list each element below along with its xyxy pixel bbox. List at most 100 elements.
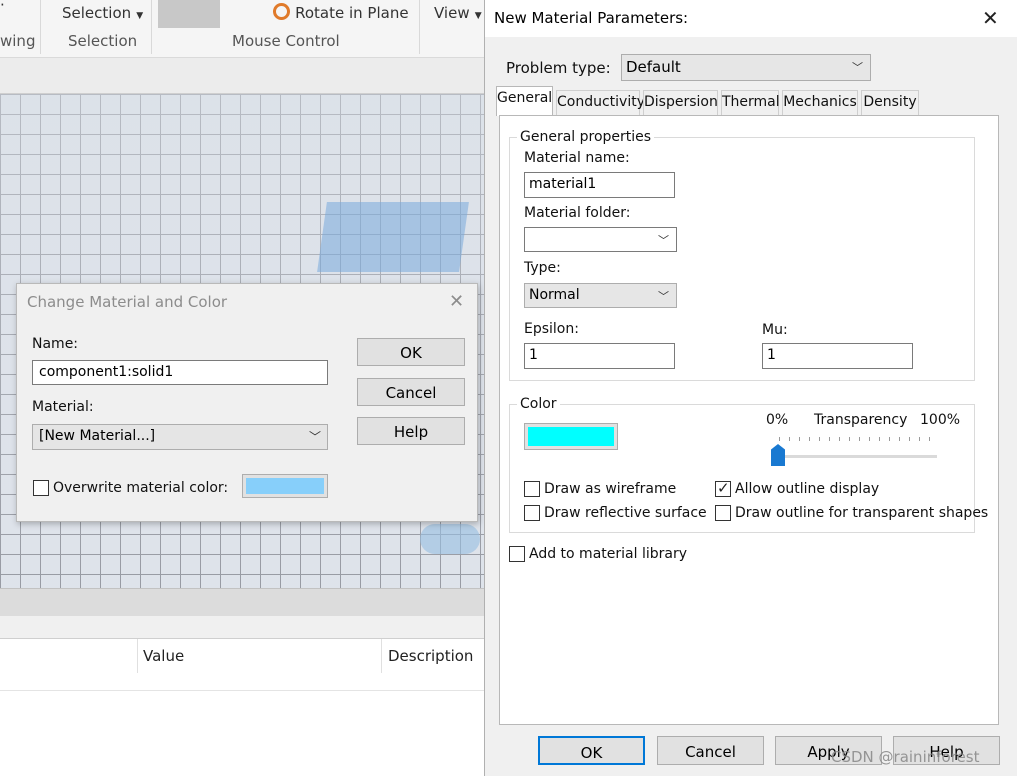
material-label: Material: bbox=[32, 399, 94, 415]
ribbon-separator bbox=[151, 0, 152, 54]
mu-label: Mu: bbox=[762, 322, 788, 338]
material-select-value: [New Material...] bbox=[39, 428, 156, 444]
overwrite-color-label: Overwrite material color: bbox=[53, 480, 229, 496]
transparency-max-label: 100% bbox=[920, 412, 961, 428]
allow-outline-checkbox[interactable] bbox=[715, 479, 731, 497]
close-icon[interactable]: ✕ bbox=[449, 291, 464, 312]
ok-button[interactable]: OK bbox=[357, 338, 465, 366]
selection-group-label: Selection bbox=[68, 32, 138, 50]
panel-splitter[interactable] bbox=[0, 588, 484, 616]
draw-wireframe-label: Draw as wireframe bbox=[544, 481, 677, 497]
transparency-label: Transparency bbox=[814, 412, 908, 428]
overwrite-color-checkbox[interactable] bbox=[33, 480, 49, 496]
draw-wireframe-checkbox[interactable] bbox=[524, 481, 540, 497]
epsilon-label: Epsilon: bbox=[524, 321, 579, 337]
chevron-down-icon: ▼ bbox=[136, 11, 144, 21]
name-field[interactable]: component1:solid1 bbox=[32, 360, 328, 385]
secondary-toolbar bbox=[0, 58, 484, 94]
problem-type-value: Default bbox=[626, 58, 681, 76]
ribbon-color-swatch[interactable] bbox=[158, 0, 220, 28]
tab-mechanics[interactable]: Mechanics bbox=[782, 90, 858, 115]
properties-panel: Value Description bbox=[0, 638, 484, 776]
selection-dropdown[interactable]: Selection ▼ bbox=[62, 3, 143, 22]
slider-tick bbox=[819, 437, 820, 441]
rotate-in-plane-button[interactable]: Rotate in Plane bbox=[273, 3, 409, 22]
add-to-library-checkbox[interactable] bbox=[509, 546, 525, 562]
material-folder-select[interactable]: ﹀ bbox=[524, 227, 677, 252]
color-swatch bbox=[528, 427, 614, 446]
ribbon-partial-left-label: wing bbox=[0, 32, 36, 50]
slider-tick bbox=[829, 437, 830, 441]
new-material-dialog: New Material Parameters: ✕ Problem type:… bbox=[484, 0, 1017, 776]
mouse-control-group-label: Mouse Control bbox=[232, 32, 340, 50]
material-select[interactable]: [New Material...] ﹀ bbox=[32, 424, 328, 450]
slider-tick bbox=[929, 437, 930, 441]
type-label: Type: bbox=[524, 260, 561, 276]
dialog-title: Change Material and Color bbox=[27, 293, 228, 311]
group-title: Color bbox=[517, 396, 560, 412]
material-name-label: Material name: bbox=[524, 150, 630, 166]
tab-general[interactable]: General bbox=[496, 86, 553, 116]
slider-tick bbox=[799, 437, 800, 441]
selection-label: Selection bbox=[62, 4, 132, 22]
transparency-min-label: 0% bbox=[766, 412, 789, 428]
slider-tick bbox=[839, 437, 840, 441]
slider-tick bbox=[859, 437, 860, 441]
column-value[interactable]: Value bbox=[143, 647, 184, 665]
add-to-library-label: Add to material library bbox=[529, 546, 687, 562]
allow-outline-label: Allow outline display bbox=[735, 481, 880, 497]
ok-button[interactable]: OK bbox=[538, 736, 645, 765]
slider-tick bbox=[779, 437, 780, 441]
rotate-label: Rotate in Plane bbox=[295, 4, 409, 22]
tab-conductivity[interactable]: Conductivity bbox=[556, 90, 645, 115]
3d-solid-shape bbox=[317, 202, 469, 272]
column-separator bbox=[381, 639, 382, 673]
draw-reflective-label: Draw reflective surface bbox=[544, 505, 707, 521]
draw-reflective-checkbox[interactable] bbox=[524, 505, 540, 521]
ribbon-separator bbox=[40, 0, 41, 54]
group-title: General properties bbox=[517, 129, 655, 145]
name-label: Name: bbox=[32, 336, 79, 352]
chevron-down-icon: ▼ bbox=[474, 11, 482, 21]
problem-type-select[interactable]: Default ﹀ bbox=[621, 54, 871, 81]
slider-tick bbox=[809, 437, 810, 441]
change-material-dialog: Change Material and Color ✕ Name: compon… bbox=[16, 283, 478, 522]
slider-tick bbox=[909, 437, 910, 441]
cancel-button[interactable]: Cancel bbox=[657, 736, 764, 765]
tab-dispersion[interactable]: Dispersion bbox=[643, 90, 718, 115]
transparency-slider-track[interactable] bbox=[779, 455, 937, 458]
material-color-button[interactable] bbox=[524, 423, 618, 450]
overwrite-color-button[interactable] bbox=[242, 474, 328, 498]
tab-density[interactable]: Density bbox=[861, 90, 919, 115]
type-value: Normal bbox=[529, 287, 580, 303]
dialog-titlebar: New Material Parameters: ✕ bbox=[485, 0, 1017, 37]
chevron-down-icon: ﹀ bbox=[308, 430, 321, 444]
color-swatch bbox=[246, 478, 324, 494]
material-folder-label: Material folder: bbox=[524, 205, 631, 221]
mu-field[interactable]: 1 bbox=[762, 343, 913, 369]
view-dropdown[interactable]: View ▼ bbox=[434, 3, 482, 22]
tab-thermal[interactable]: Thermal bbox=[721, 90, 780, 115]
help-button[interactable]: Help bbox=[357, 417, 465, 445]
slider-tick bbox=[889, 437, 890, 441]
type-select[interactable]: Normal ﹀ bbox=[524, 283, 677, 308]
view-label: View bbox=[434, 4, 470, 22]
chevron-down-icon: ﹀ bbox=[658, 290, 669, 303]
slider-tick bbox=[919, 437, 920, 441]
cancel-button[interactable]: Cancel bbox=[357, 378, 465, 406]
material-name-field[interactable]: material1 bbox=[524, 172, 675, 198]
slider-tick bbox=[899, 437, 900, 441]
properties-header: Value Description bbox=[0, 639, 484, 691]
chevron-down-icon: ﹀ bbox=[658, 234, 669, 247]
draw-outline-transparent-checkbox[interactable] bbox=[715, 505, 731, 521]
ribbon-separator bbox=[419, 0, 420, 54]
column-description[interactable]: Description bbox=[388, 647, 473, 665]
epsilon-field[interactable]: 1 bbox=[524, 343, 675, 369]
ribbon-partial-label-top: · bbox=[0, 0, 5, 14]
rotate-icon bbox=[273, 3, 290, 20]
slider-tick bbox=[789, 437, 790, 441]
close-icon[interactable]: ✕ bbox=[982, 6, 999, 30]
chevron-down-icon: ﹀ bbox=[852, 61, 863, 74]
3d-solid-shape bbox=[420, 524, 480, 554]
ribbon: · wing Selection ▼ Selection Rotate in P… bbox=[0, 0, 484, 58]
